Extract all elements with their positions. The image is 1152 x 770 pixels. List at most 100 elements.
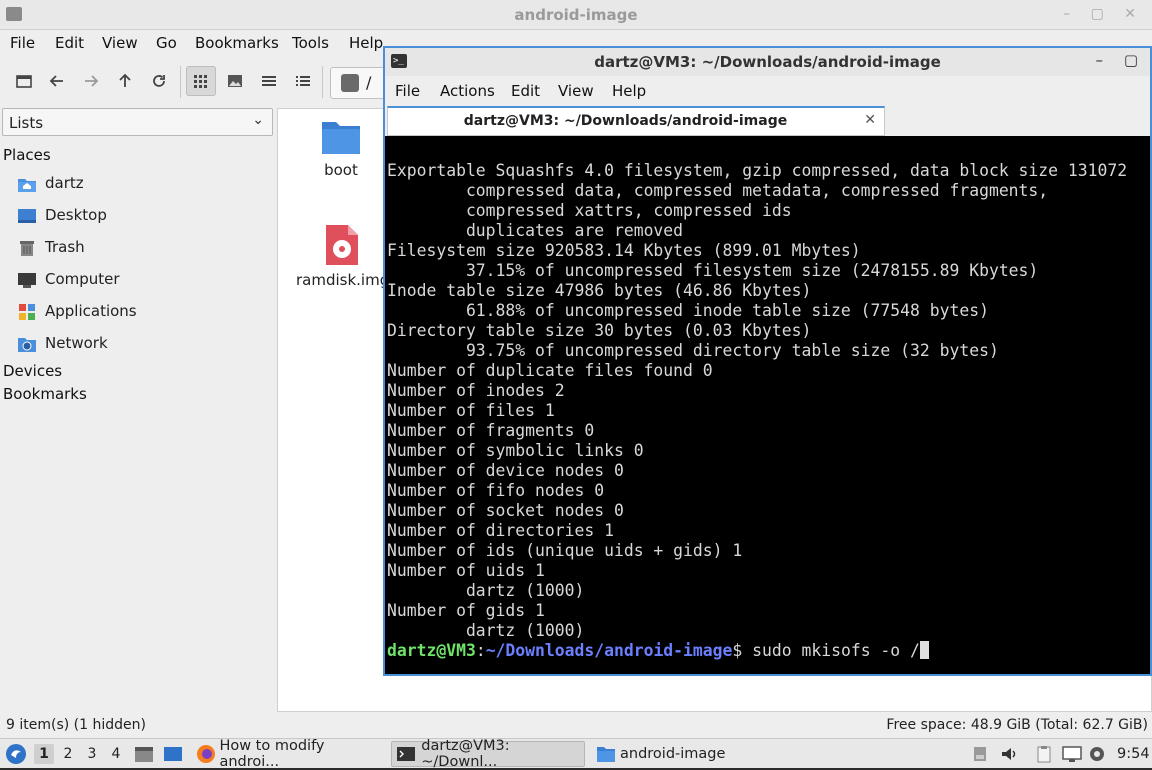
up-icon[interactable] — [110, 66, 140, 96]
prompt-symbol: $ — [732, 641, 753, 660]
network-icon — [17, 335, 37, 353]
places-heading[interactable]: Places — [3, 146, 51, 164]
compact-view-icon[interactable] — [254, 66, 284, 96]
folder-icon — [597, 747, 615, 762]
terminal-output-line: compressed data, compressed metadata, co… — [387, 181, 1049, 200]
terminal-output-line: Number of files 1 — [387, 401, 555, 420]
path-toggle-icon[interactable] — [341, 74, 359, 92]
removable-drive-icon[interactable] — [971, 745, 989, 763]
computer-icon — [17, 271, 37, 289]
sidebar-item-label: Applications — [45, 302, 137, 320]
terminal-output-line: 93.75% of uncompressed directory table s… — [387, 341, 999, 360]
menu-edit[interactable]: Edit — [511, 82, 540, 100]
terminal-output-line: Inode table size 47986 bytes (46.86 Kbyt… — [387, 281, 812, 300]
menu-bookmarks[interactable]: Bookmarks — [195, 34, 279, 52]
forward-icon[interactable] — [76, 66, 106, 96]
text-cursor — [919, 641, 929, 659]
reload-icon[interactable] — [144, 66, 174, 96]
task-terminal[interactable]: dartz@VM3: ~/Downl... — [391, 738, 585, 770]
thumbnail-view-icon[interactable] — [220, 66, 250, 96]
file-manager-titlebar[interactable]: android-image – ▢ ✕ — [0, 0, 1152, 30]
tab-title: dartz@VM3: ~/Downloads/android-image — [463, 113, 788, 129]
file-name: ramdisk.img — [296, 271, 390, 289]
task-label: dartz@VM3: ~/Downl... — [421, 738, 510, 770]
menu-actions[interactable]: Actions — [440, 82, 495, 100]
menu-go[interactable]: Go — [156, 34, 177, 52]
task-file-manager[interactable]: android-image — [592, 741, 772, 767]
terminal-prompt-line[interactable]: dartz@VM3:~/Downloads/android-image$ sud… — [385, 641, 1150, 661]
terminal-output-line: Number of gids 1 — [387, 601, 545, 620]
workspace-4[interactable]: 4 — [106, 744, 126, 764]
new-tab-icon[interactable] — [9, 66, 39, 96]
show-desktop-icon[interactable] — [163, 739, 183, 769]
terminal-titlebar[interactable]: >_ dartz@VM3: ~/Downloads/android-image … — [385, 48, 1150, 76]
terminal-output-line: Number of uids 1 — [387, 561, 545, 580]
back-icon[interactable] — [42, 66, 72, 96]
menu-tools[interactable]: Tools — [292, 34, 329, 52]
terminal-window: >_ dartz@VM3: ~/Downloads/android-image … — [383, 46, 1152, 676]
bookmarks-heading[interactable]: Bookmarks — [3, 385, 87, 403]
terminal-output-line: Number of symbolic links 0 — [387, 441, 644, 460]
folder-icon — [296, 117, 386, 157]
devices-heading[interactable]: Devices — [3, 362, 62, 380]
close-icon[interactable]: ✕ — [864, 112, 876, 128]
sidebar-item-label: Computer — [45, 270, 120, 288]
file-name: boot — [324, 161, 358, 179]
home-folder-icon — [17, 175, 37, 193]
toolbar-separator — [180, 66, 181, 98]
terminal-output-line: Filesystem size 920583.14 Kbytes (899.01… — [387, 241, 861, 260]
file-manager-launcher-icon[interactable] — [134, 739, 154, 769]
terminal-tab[interactable]: dartz@VM3: ~/Downloads/android-image ✕ — [387, 106, 885, 136]
menu-view[interactable]: View — [558, 82, 594, 100]
side-panel-mode-select[interactable]: Lists ⌄ — [2, 108, 273, 136]
sidebar-item-dartz[interactable]: dartz — [17, 172, 267, 196]
sidebar-item-label: Network — [45, 334, 108, 352]
item-count: 9 item(s) (1 hidden) — [6, 717, 146, 733]
start-menu-icon[interactable] — [5, 739, 27, 769]
task-label: android-image — [620, 746, 726, 762]
menu-view[interactable]: View — [102, 34, 138, 52]
clipboard-icon[interactable] — [1035, 745, 1053, 763]
terminal-output-line: dartz (1000) — [387, 581, 585, 600]
file-item-boot[interactable]: boot — [296, 117, 386, 179]
file-item-ramdisk[interactable]: ramdisk.img — [296, 223, 390, 289]
sidebar: Places dartz Desktop Trash Computer Appl… — [0, 140, 275, 710]
window-controls[interactable]: – ▢ ✕ — [1063, 6, 1144, 22]
icon-view-icon[interactable] — [186, 66, 216, 96]
notification-icon[interactable] — [1088, 745, 1106, 763]
window-controls[interactable]: – ▢ — [1096, 51, 1146, 69]
clock[interactable]: 9:54 — [1117, 739, 1150, 769]
menu-edit[interactable]: Edit — [55, 34, 84, 52]
terminal-output-line: Number of duplicate files found 0 — [387, 361, 713, 380]
network-status-icon[interactable] — [1062, 745, 1082, 763]
path-bar[interactable]: / — [330, 67, 390, 99]
menu-help[interactable]: Help — [612, 82, 646, 100]
sidebar-item-network[interactable]: Network — [17, 332, 267, 356]
workspace-2[interactable]: 2 — [58, 744, 78, 764]
volume-icon[interactable] — [1000, 745, 1018, 763]
terminal-output-line: duplicates are removed — [387, 221, 684, 240]
sidebar-item-computer[interactable]: Computer — [17, 268, 267, 292]
terminal-screen[interactable]: Exportable Squashfs 4.0 filesystem, gzip… — [385, 136, 1150, 674]
sidebar-item-desktop[interactable]: Desktop — [17, 204, 267, 228]
prompt-separator: : — [475, 641, 486, 660]
detail-view-icon[interactable] — [288, 66, 318, 96]
sidebar-item-label: Trash — [45, 238, 85, 256]
taskbar: 1 2 3 4 How to modify androi... dartz@VM… — [0, 738, 1152, 770]
task-firefox[interactable]: How to modify androi... — [192, 738, 384, 770]
sidebar-item-applications[interactable]: Applications — [17, 300, 267, 324]
menu-file[interactable]: File — [395, 82, 420, 100]
sidebar-item-trash[interactable]: Trash — [17, 236, 267, 260]
terminal-menubar: File Actions Edit View Help — [385, 78, 1150, 104]
prompt-user: dartz@VM3 — [387, 641, 476, 660]
terminal-output-line: Number of fifo nodes 0 — [387, 481, 605, 500]
side-panel-mode-label: Lists — [9, 114, 44, 132]
menu-help[interactable]: Help — [349, 34, 383, 52]
menu-file[interactable]: File — [10, 34, 35, 52]
workspace-1[interactable]: 1 — [34, 744, 54, 764]
workspace-3[interactable]: 3 — [82, 744, 102, 764]
toolbar-separator — [322, 66, 323, 98]
disk-image-icon — [296, 223, 386, 267]
trash-icon — [17, 239, 37, 257]
terminal-output: Exportable Squashfs 4.0 filesystem, gzip… — [385, 161, 1150, 641]
